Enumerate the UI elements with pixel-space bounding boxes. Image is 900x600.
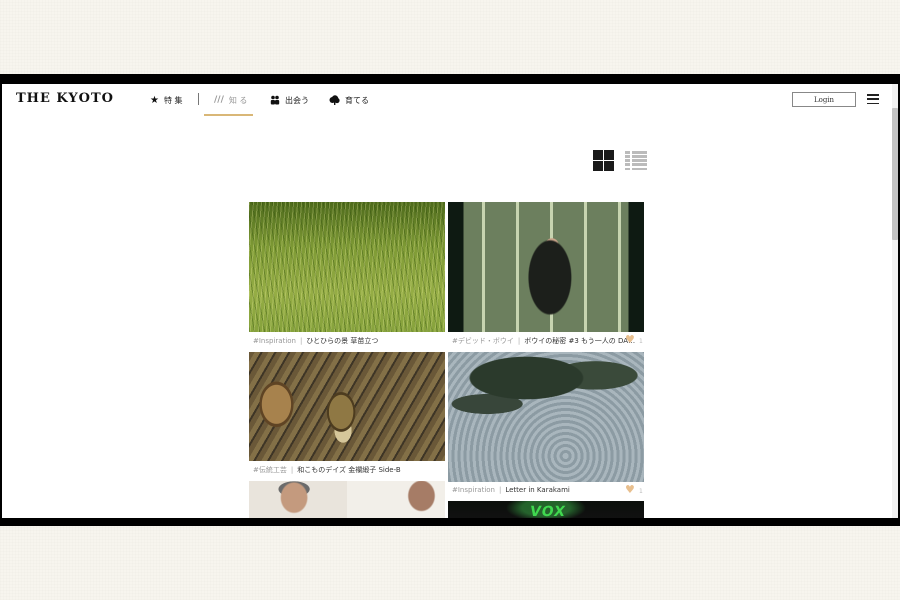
article-caption: #Inspiration | ひとひらの景 草苗立つ (253, 336, 379, 346)
nav-item-grow[interactable]: 育てる (329, 84, 369, 116)
article-title[interactable]: 和こものデイズ 金襴緞子 Side-B (297, 465, 400, 475)
article-card[interactable]: #デビッド・ボウイ | ボウイの秘密 #3 もう一人の DA… ♥ 1 (448, 202, 644, 348)
hamburger-menu-icon[interactable] (867, 94, 879, 104)
article-tag[interactable]: #Inspiration (253, 337, 296, 345)
site-header: THE KYOTO ★ 特 集 /// 知 る 出会う 育てる Login (2, 84, 892, 116)
article-card[interactable]: VOX (448, 501, 644, 518)
article-title[interactable]: Letter in Karakami (505, 486, 570, 494)
nav-divider (198, 93, 199, 105)
article-card[interactable]: #Inspiration | ひとひらの景 草苗立つ (249, 202, 445, 348)
tree-icon (329, 95, 340, 105)
article-tag[interactable]: #デビッド・ボウイ (452, 336, 514, 346)
article-thumbnail[interactable] (448, 202, 644, 332)
nav-label: 出会う (285, 95, 309, 105)
nav-label: 特 集 (163, 95, 183, 105)
article-title[interactable]: ボウイの秘密 #3 もう一人の DA… (524, 336, 635, 346)
like-count: 1 (639, 338, 643, 345)
bars-icon: /// (214, 95, 224, 105)
star-icon: ★ (150, 94, 159, 106)
grid-view-icon[interactable] (593, 150, 614, 171)
article-thumbnail[interactable] (249, 202, 445, 332)
article-caption: #伝統工芸 | 和こものデイズ 金襴緞子 Side-B (253, 465, 401, 475)
article-card[interactable]: #Inspiration | Letter in Karakami ♥ 1 (448, 352, 644, 498)
article-title[interactable]: ひとひらの景 草苗立つ (306, 336, 378, 346)
active-nav-underline (204, 114, 253, 116)
article-thumbnail[interactable] (448, 352, 644, 482)
nav-item-know[interactable]: /// 知 る (214, 84, 247, 116)
nav-label: 知 る (228, 95, 248, 105)
device-frame: THE KYOTO ★ 特 集 /// 知 る 出会う 育てる Login #I… (0, 74, 900, 526)
list-view-icon[interactable] (625, 151, 647, 170)
article-tag[interactable]: #Inspiration (452, 486, 495, 494)
nav-item-meet[interactable]: 出会う (270, 84, 309, 116)
article-thumbnail[interactable] (249, 352, 445, 461)
nav-item-feature[interactable]: ★ 特 集 (150, 84, 183, 116)
heart-icon[interactable]: ♥ (625, 334, 635, 345)
article-thumbnail[interactable]: VOX (448, 501, 644, 518)
article-thumbnail[interactable] (249, 481, 445, 518)
neon-sign-text: VOX (528, 504, 568, 518)
browser-viewport: THE KYOTO ★ 特 集 /// 知 る 出会う 育てる Login #I… (2, 84, 898, 518)
article-caption: #Inspiration | Letter in Karakami (452, 486, 570, 494)
article-tag[interactable]: #伝統工芸 (253, 465, 287, 475)
nav-label: 育てる (345, 95, 369, 105)
article-card[interactable]: #伝統工芸 | 和こものデイズ 金襴緞子 Side-B (249, 352, 445, 478)
article-card[interactable] (249, 481, 445, 518)
like-count: 1 (639, 488, 643, 495)
login-button[interactable]: Login (792, 92, 856, 107)
scrollbar-thumb[interactable] (892, 108, 898, 240)
vertical-scrollbar[interactable] (892, 84, 898, 518)
heart-icon[interactable]: ♥ (625, 484, 635, 495)
people-icon (270, 95, 280, 105)
article-caption: #デビッド・ボウイ | ボウイの秘密 #3 もう一人の DA… (452, 336, 636, 346)
site-logo[interactable]: THE KYOTO (16, 91, 114, 106)
